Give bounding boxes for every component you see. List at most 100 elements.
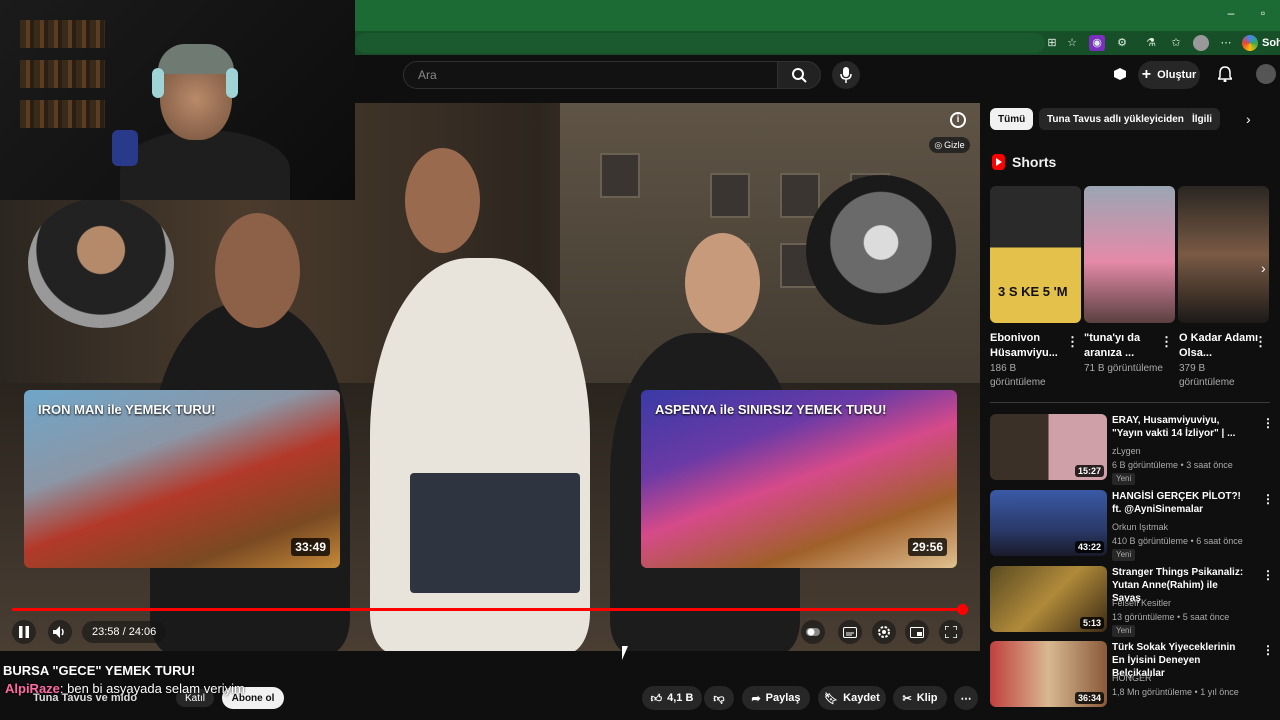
- new-badge: Yeni: [1112, 473, 1136, 485]
- shorts-next-icon[interactable]: ›: [1261, 260, 1266, 276]
- hide-button[interactable]: ◎ Gizle: [929, 137, 970, 153]
- share-button[interactable]: ➦ Paylaş: [742, 686, 810, 710]
- plus-icon: +: [1141, 66, 1152, 83]
- mouse-cursor: [622, 646, 634, 660]
- recommendation-item[interactable]: 36:34 Türk Sokak Yiyeceklerinin En İyisi…: [990, 641, 1274, 707]
- clip-button[interactable]: ✂ Klip: [893, 686, 947, 710]
- short-more-icon[interactable]: ⋮: [1066, 334, 1079, 350]
- recommendation-more-icon[interactable]: ⋮: [1262, 643, 1274, 657]
- recommendation-more-icon[interactable]: ⋮: [1262, 416, 1274, 430]
- account-avatar[interactable]: [1256, 64, 1276, 84]
- recommendation-title[interactable]: ERAY, Husamviyuviyu, "Yayın vakti 14 İzl…: [1112, 414, 1247, 440]
- search-button[interactable]: [777, 61, 821, 89]
- endscreen-channel-avatar-left[interactable]: [28, 198, 174, 328]
- progress-played: [12, 608, 963, 611]
- endscreen-channel-avatar-right[interactable]: [806, 175, 956, 325]
- autoplay-toggle[interactable]: [801, 620, 825, 644]
- shorts-icon: [992, 154, 1005, 170]
- minimize-icon[interactable]: –: [1223, 6, 1239, 20]
- short-more-icon[interactable]: ⋮: [1160, 334, 1173, 350]
- recommendation-channel[interactable]: Felsefi Kesitler: [1112, 598, 1171, 608]
- miniplayer-button[interactable]: [905, 620, 929, 644]
- short-thumbnail[interactable]: 3 S KE 5 'M: [990, 186, 1081, 323]
- short-title[interactable]: "tuna'yı da aranıza ...: [1084, 331, 1164, 361]
- fullscreen-button[interactable]: [939, 620, 963, 644]
- settings-button[interactable]: [872, 620, 896, 644]
- restore-icon[interactable]: ▫: [1255, 6, 1271, 20]
- gaming-icon[interactable]: [1110, 64, 1130, 84]
- extension-gear-icon[interactable]: ⚙: [1114, 35, 1130, 51]
- address-bar[interactable]: [355, 33, 1045, 53]
- divider: [990, 402, 1270, 403]
- recommendation-item[interactable]: 43:22 HANGİSİ GERÇEK PİLOT?! ft. @AyniSi…: [990, 490, 1274, 561]
- endscreen-card-duration: 33:49: [291, 538, 330, 556]
- volume-button[interactable]: [48, 620, 72, 644]
- favorites-icon[interactable]: ✩: [1168, 35, 1184, 51]
- chip-related[interactable]: İlgili: [1184, 108, 1220, 130]
- scissors-icon: ✂: [902, 692, 912, 705]
- short-thumbnail[interactable]: [1178, 186, 1269, 323]
- recommendation-item[interactable]: 5:13 Stranger Things Psikanaliz: Yutan A…: [990, 566, 1274, 637]
- screen: – ▫ ⊞ ☆ ◉ ⚙ ⚗ ✩ ⋯ Soh Ara + Oluştur IRON…: [0, 0, 1280, 720]
- profile-icon[interactable]: [1193, 35, 1209, 51]
- shorts-heading: Shorts: [992, 154, 1056, 170]
- short-more-icon[interactable]: ⋮: [1254, 334, 1267, 350]
- chip-from-uploader[interactable]: Tuna Tavus adlı yükleyiciden: [1039, 108, 1192, 130]
- progress-bar[interactable]: [12, 604, 969, 615]
- endscreen-card-iron-man[interactable]: IRON MAN ile YEMEK TURU! 33:49: [24, 390, 340, 568]
- search-icon: [792, 68, 807, 83]
- pause-button[interactable]: [12, 620, 36, 644]
- search-input[interactable]: Ara: [403, 61, 778, 89]
- menu-dots-icon[interactable]: ⋯: [1218, 35, 1234, 51]
- recommendation-thumbnail[interactable]: 5:13: [990, 566, 1107, 632]
- chip-all[interactable]: Tümü: [990, 108, 1034, 130]
- recommendation-thumbnail[interactable]: 36:34: [990, 641, 1107, 707]
- recommendation-title[interactable]: HANGİSİ GERÇEK PİLOT?! ft. @AyniSinemala…: [1112, 490, 1247, 516]
- autoplay-icon: [806, 628, 820, 636]
- recommendation-item[interactable]: 15:27 ERAY, Husamviyuviyu, "Yayın vakti …: [990, 414, 1274, 485]
- short-title[interactable]: Ebonivon Hüsamviyu...: [990, 331, 1070, 361]
- recommendation-channel[interactable]: HONGER: [1112, 673, 1152, 683]
- like-count: 4,1 B: [667, 692, 694, 704]
- more-actions-button[interactable]: ⋯: [954, 686, 978, 710]
- recommendation-duration: 43:22: [1074, 541, 1104, 553]
- copilot-button[interactable]: Soh: [1242, 34, 1280, 52]
- extension-lab-icon[interactable]: ⚗: [1143, 35, 1159, 51]
- voice-search-button[interactable]: [832, 61, 860, 89]
- microphone-icon: [840, 67, 852, 83]
- shorts-title: Shorts: [1012, 154, 1057, 170]
- recommendation-thumbnail[interactable]: 15:27: [990, 414, 1107, 480]
- recommendation-more-icon[interactable]: ⋮: [1262, 568, 1274, 582]
- video-face-center: [405, 148, 480, 253]
- endscreen-card-title: ASPENYA ile SINIRSIZ YEMEK TURU!: [655, 402, 887, 417]
- recommendation-duration: 36:34: [1074, 692, 1104, 704]
- subtitles-button[interactable]: [838, 620, 862, 644]
- recommendation-more-icon[interactable]: ⋮: [1262, 492, 1274, 506]
- install-app-icon[interactable]: ⊞: [1044, 35, 1060, 51]
- create-button[interactable]: + Oluştur: [1138, 61, 1200, 89]
- recommendation-channel[interactable]: zLygen: [1112, 446, 1141, 456]
- recommendation-meta: 1,8 Mn görüntüleme • 1 yıl önce: [1112, 687, 1239, 697]
- volume-icon: [53, 626, 64, 638]
- miniplayer-icon: [910, 626, 924, 638]
- short-thumbnail[interactable]: [1084, 186, 1175, 323]
- video-face-right: [685, 233, 760, 333]
- share-label: Paylaş: [765, 692, 801, 704]
- recommendation-channel[interactable]: Orkun Işıtmak: [1112, 522, 1168, 532]
- recommendation-thumbnail[interactable]: 43:22: [990, 490, 1107, 556]
- pause-icon: [19, 626, 29, 638]
- short-title[interactable]: O Kadar Adamı Olsa...: [1179, 331, 1259, 361]
- hide-label: Gizle: [944, 140, 965, 150]
- recommendation-duration: 15:27: [1074, 465, 1104, 477]
- chips-next-icon[interactable]: ›: [1246, 111, 1251, 127]
- dislike-button[interactable]: 👎︎: [704, 686, 734, 710]
- extension-icon[interactable]: ◉: [1089, 35, 1105, 51]
- notifications-icon[interactable]: [1215, 64, 1235, 84]
- video-info-icon[interactable]: i: [950, 112, 966, 128]
- bookmark-star-icon[interactable]: ☆: [1064, 35, 1080, 51]
- like-button[interactable]: 👍︎ 4,1 B: [642, 686, 702, 710]
- recommendation-meta: 6 B görüntüleme • 3 saat önce: [1112, 460, 1233, 470]
- save-button[interactable]: 🔖︎ Kaydet: [818, 686, 886, 710]
- endscreen-card-aspenya[interactable]: ASPENYA ile SINIRSIZ YEMEK TURU! 29:56: [641, 390, 957, 568]
- clip-label: Klip: [916, 692, 938, 704]
